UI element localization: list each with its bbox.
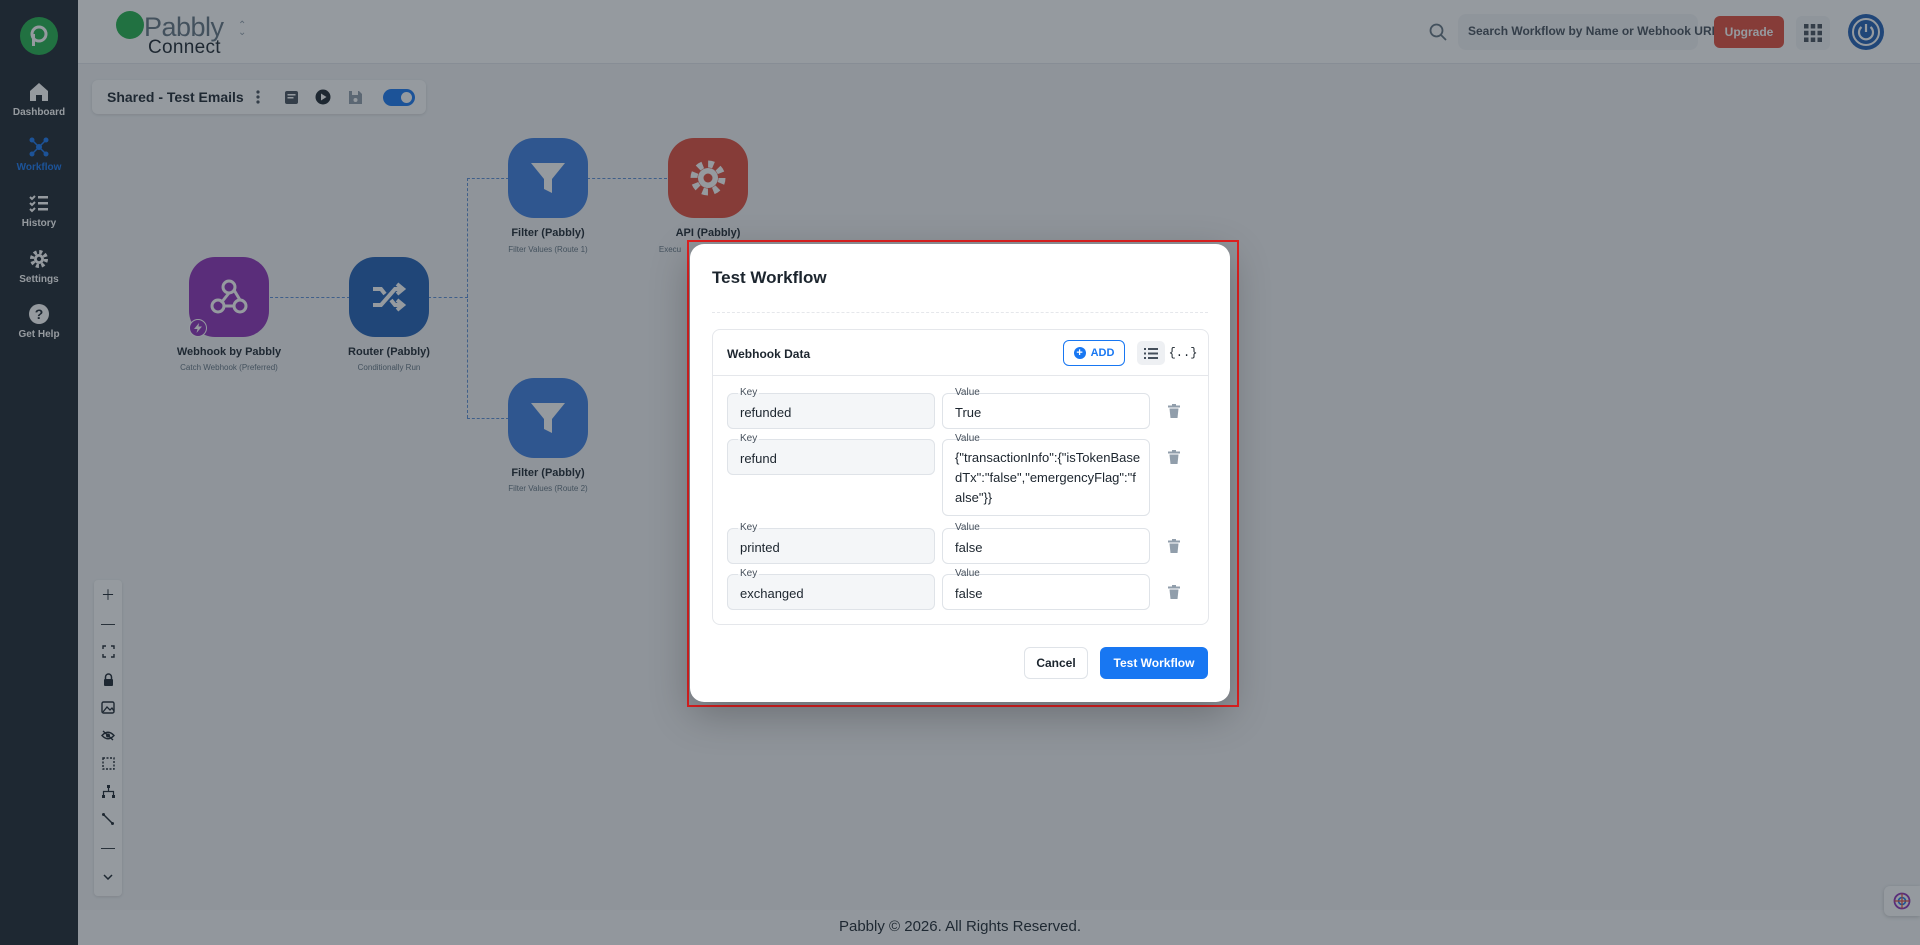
- json-view-icon[interactable]: {..}: [1169, 341, 1198, 365]
- value-label: Value: [953, 433, 982, 445]
- cancel-button[interactable]: Cancel: [1024, 647, 1088, 679]
- key-value: refund: [740, 451, 777, 466]
- key-field[interactable]: Key printed: [727, 522, 935, 564]
- value-field[interactable]: Value {"transactionInfo":{"isTokenBasedT…: [942, 433, 1150, 516]
- delete-row-icon[interactable]: [1166, 583, 1182, 601]
- add-field-button[interactable]: + ADD: [1063, 340, 1125, 366]
- value-text: True: [955, 405, 982, 420]
- value-label: Value: [953, 568, 982, 580]
- value-text: false: [955, 586, 983, 601]
- test-workflow-modal: Test Workflow Webhook Data + ADD {..} Ke…: [690, 244, 1230, 702]
- value-text: {"transactionInfo":{"isTokenBasedTx":"fa…: [955, 450, 1141, 505]
- key-field[interactable]: Key exchanged: [727, 568, 935, 610]
- card-header: Webhook Data + ADD {..}: [713, 330, 1208, 376]
- plus-circle-icon: +: [1073, 347, 1086, 359]
- add-label: ADD: [1090, 347, 1115, 359]
- key-value: refunded: [740, 405, 792, 420]
- divider: [712, 312, 1208, 313]
- key-label: Key: [738, 568, 760, 580]
- card-title: Webhook Data: [727, 347, 811, 361]
- value-field[interactable]: Value false: [942, 522, 1150, 564]
- value-text: false: [955, 540, 983, 555]
- test-workflow-button[interactable]: Test Workflow: [1100, 647, 1208, 679]
- key-field[interactable]: Key refunded: [727, 387, 935, 429]
- modal-title: Test Workflow: [712, 268, 827, 287]
- value-field[interactable]: Value True: [942, 387, 1150, 429]
- value-label: Value: [953, 387, 982, 399]
- delete-row-icon[interactable]: [1166, 448, 1182, 466]
- value-field[interactable]: Value false: [942, 568, 1150, 610]
- key-label: Key: [738, 433, 760, 445]
- key-value: exchanged: [740, 586, 804, 601]
- key-field[interactable]: Key refund: [727, 433, 935, 475]
- key-value: printed: [740, 540, 780, 555]
- value-label: Value: [953, 522, 982, 534]
- key-label: Key: [738, 387, 760, 399]
- delete-row-icon[interactable]: [1166, 402, 1182, 420]
- list-view-icon[interactable]: [1137, 341, 1165, 365]
- delete-row-icon[interactable]: [1166, 537, 1182, 555]
- webhook-data-card: Webhook Data + ADD {..} Key refunded Val…: [712, 329, 1209, 625]
- key-label: Key: [738, 522, 760, 534]
